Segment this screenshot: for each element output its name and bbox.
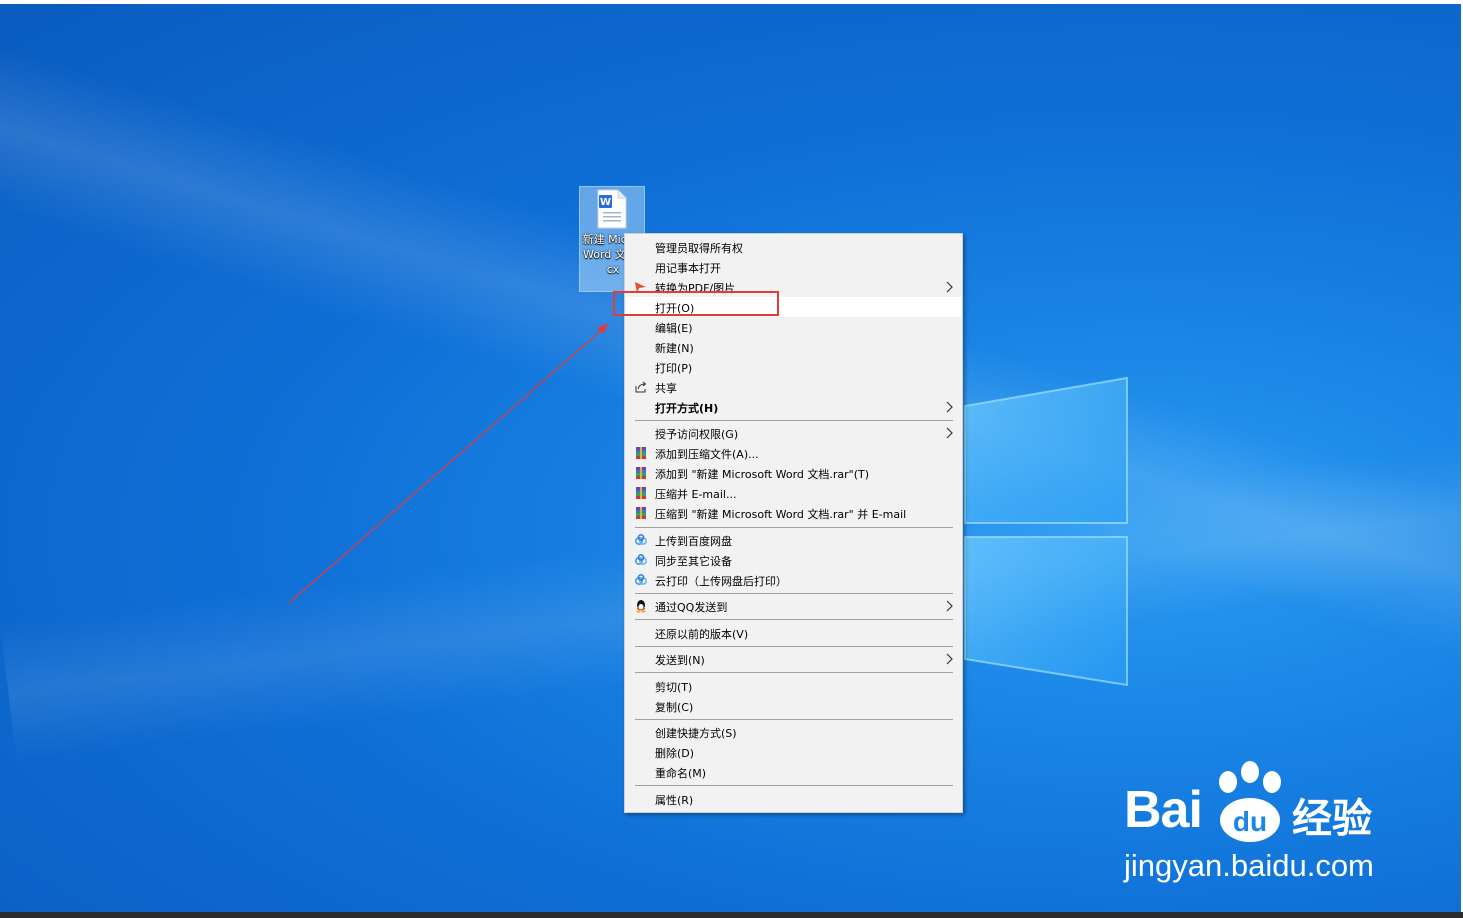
baidu-jingyan-watermark: du Bai 经验 jingyan.baidu.com (1120, 760, 1390, 890)
svg-text:du: du (1233, 806, 1267, 837)
watermark-brand: Bai (1124, 781, 1203, 839)
baidu-paw-logo: du (1219, 761, 1281, 842)
watermark-url: jingyan.baidu.com (1124, 848, 1374, 883)
watermark-brand-suffix: 经验 (1292, 796, 1372, 842)
